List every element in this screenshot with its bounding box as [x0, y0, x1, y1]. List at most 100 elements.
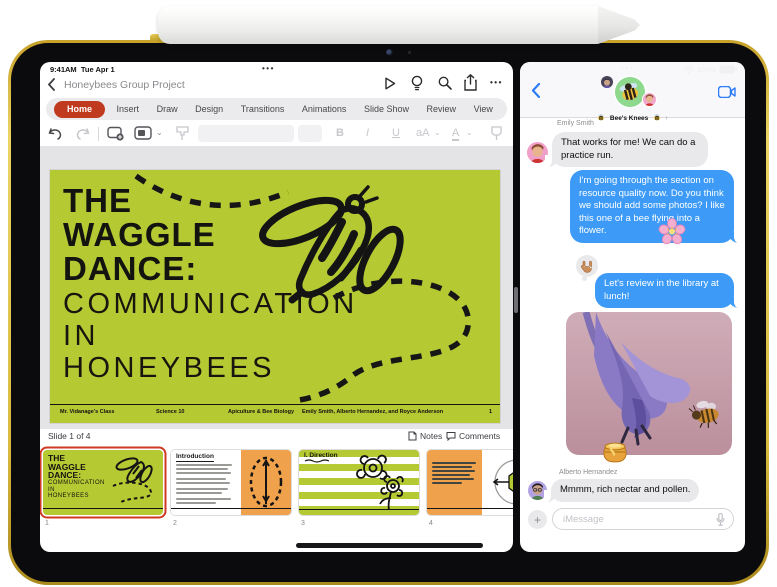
cherry-blossom-sticker[interactable] — [658, 218, 686, 246]
footer-page-number: 1 — [488, 409, 492, 415]
front-camera — [386, 49, 393, 56]
presenter-notes-bulb-icon[interactable] — [411, 75, 423, 92]
tapback-reaction[interactable] — [576, 255, 598, 277]
play-button[interactable] — [383, 76, 397, 91]
add-attachment-button[interactable]: + — [528, 510, 547, 529]
notes-button[interactable]: Notes — [420, 431, 442, 441]
bold-button[interactable]: B — [336, 127, 344, 139]
slide-thumbnail-4[interactable] — [427, 450, 513, 515]
imessage-input-field[interactable] — [552, 508, 734, 530]
honey-pot-sticker[interactable] — [600, 435, 630, 465]
home-indicator[interactable] — [296, 543, 483, 548]
text-size-button[interactable]: aA — [416, 127, 429, 139]
chat-title: Bee's Knees — [609, 115, 649, 122]
tab-animations[interactable]: Animations — [296, 101, 353, 117]
slide-counter: Slide 1 of 4 — [48, 431, 91, 441]
search-icon[interactable] — [438, 76, 452, 90]
share-icon[interactable] — [464, 74, 477, 91]
comments-button[interactable]: Comments — [459, 431, 500, 441]
italic-button[interactable]: I — [366, 127, 369, 139]
message-bubble-sent[interactable]: I'm going through the section on resourc… — [570, 170, 741, 243]
thumb-number-4: 4 — [429, 520, 433, 527]
bee-icon — [598, 114, 605, 121]
slide-layout-icon[interactable] — [134, 126, 152, 140]
font-field-disabled — [198, 125, 294, 142]
message-bubble-received[interactable]: Mmmm, rich nectar and pollen. — [543, 479, 700, 502]
text-color-chevron-icon[interactable]: ⌄ — [466, 128, 473, 137]
tab-slideshow[interactable]: Slide Show — [358, 101, 415, 117]
love-you-gesture-icon — [581, 260, 592, 273]
mini-bee-illustration — [112, 457, 153, 503]
thumb3-flower-doodle — [356, 454, 404, 511]
tab-view[interactable]: View — [468, 101, 499, 117]
slide-thumbnail-2[interactable]: Introduction — [171, 450, 291, 515]
chat-header: Bee's Knees › — [520, 62, 745, 122]
tab-design[interactable]: Design — [189, 101, 229, 117]
tab-transitions[interactable]: Transitions — [235, 101, 291, 117]
bee-icon — [653, 114, 660, 121]
underline-button[interactable]: U — [392, 127, 400, 139]
format-brush-icon[interactable] — [176, 126, 189, 141]
thumb-number-2: 2 — [173, 520, 177, 527]
message-bubble-received[interactable]: That works for me! We can do a practice … — [545, 132, 708, 168]
more-options-icon[interactable]: ••• — [490, 78, 503, 87]
format-toolbar: ⌄ B I U aA ⌄ A ⌄ — [40, 124, 513, 146]
text-size-chevron-icon[interactable]: ⌄ — [434, 128, 441, 137]
thumb2-dance-diagram — [249, 456, 283, 508]
avatar-emily-small[interactable] — [643, 93, 656, 106]
toolbar-divider — [98, 127, 99, 141]
scene: 9:41AM Tue Apr 1 ••• Honeybees Group Pro… — [0, 0, 777, 587]
bee-illustration — [134, 173, 471, 404]
comments-icon[interactable] — [446, 431, 456, 441]
tab-home[interactable]: Home — [54, 100, 106, 118]
back-chevron-icon[interactable] — [47, 78, 55, 91]
status-time-date: 9:41AM Tue Apr 1 — [50, 65, 115, 74]
status-time: 9:41AM — [50, 65, 77, 74]
status-date: Tue Apr 1 — [80, 65, 115, 74]
group-avatar-bee[interactable] — [615, 77, 645, 107]
document-title[interactable]: Honeybees Group Project — [64, 79, 185, 91]
facetime-video-icon[interactable] — [718, 86, 736, 98]
apple-pencil-tip — [598, 6, 640, 44]
footer-subject: Apiculture & Bee Biology — [228, 409, 295, 415]
redo-icon[interactable] — [76, 127, 90, 140]
footer-course: Science 10 — [156, 409, 185, 415]
slide-thumbnail-3[interactable]: I. Direction — [299, 450, 419, 515]
dictation-mic-icon[interactable] — [716, 512, 725, 526]
current-slide[interactable]: THE WAGGLE DANCE: COMMUNICATION IN HONEY… — [50, 170, 500, 423]
ambient-sensor — [408, 51, 411, 54]
sender-label: Alberto Hernandez — [559, 469, 618, 476]
keynote-window: 9:41AM Tue Apr 1 ••• Honeybees Group Pro… — [40, 62, 513, 552]
photo-message-bee-flower[interactable] — [566, 312, 732, 455]
ribbon-tabbar: Home Insert Draw Design Transitions Anim… — [46, 98, 507, 120]
text-color-button[interactable]: A — [452, 127, 460, 141]
slide-footer: Mr. Vidanage's Class Science 10 Apicultu… — [50, 404, 500, 423]
thumb4-angle-diagram — [492, 459, 513, 505]
imessage-input[interactable] — [553, 513, 713, 525]
slide-thumbnail-1[interactable]: THE WAGGLE DANCE: COMMUNICATION IN HONEY… — [43, 450, 163, 515]
thumb-number-3: 3 — [301, 520, 305, 527]
chat-title-row[interactable]: Bee's Knees › — [520, 107, 745, 125]
add-slide-icon[interactable] — [107, 126, 124, 141]
message-bubble-sent[interactable]: Let's review in the library at lunch! — [595, 273, 741, 309]
avatar-royce[interactable] — [601, 76, 613, 88]
footer-teacher: Mr. Vidanage's Class — [60, 409, 115, 415]
thumb3-title: I. Direction — [304, 452, 338, 459]
tapback-tail-dot — [582, 276, 587, 281]
undo-icon[interactable] — [48, 127, 62, 140]
fontsize-field-disabled — [298, 125, 322, 142]
footer-authors: Emily Smith, Alberto Hernandez, and Royc… — [302, 409, 444, 415]
tab-draw[interactable]: Draw — [151, 101, 184, 117]
layout-chevron-icon[interactable]: ⌄ — [156, 128, 163, 137]
thumb2-title: Introduction — [176, 453, 214, 462]
split-view-drag-handle[interactable] — [513, 287, 518, 313]
apple-pencil[interactable] — [158, 6, 600, 44]
highlight-icon[interactable] — [490, 126, 503, 141]
notes-icon[interactable] — [408, 431, 417, 441]
tab-insert[interactable]: Insert — [111, 101, 146, 117]
thumb3-underline-squiggle — [304, 459, 330, 463]
back-chevron-icon[interactable] — [531, 83, 540, 98]
thumb-number-1: 1 — [45, 520, 49, 527]
multitasking-dots-icon[interactable]: ••• — [262, 64, 275, 73]
tab-review[interactable]: Review — [421, 101, 463, 117]
